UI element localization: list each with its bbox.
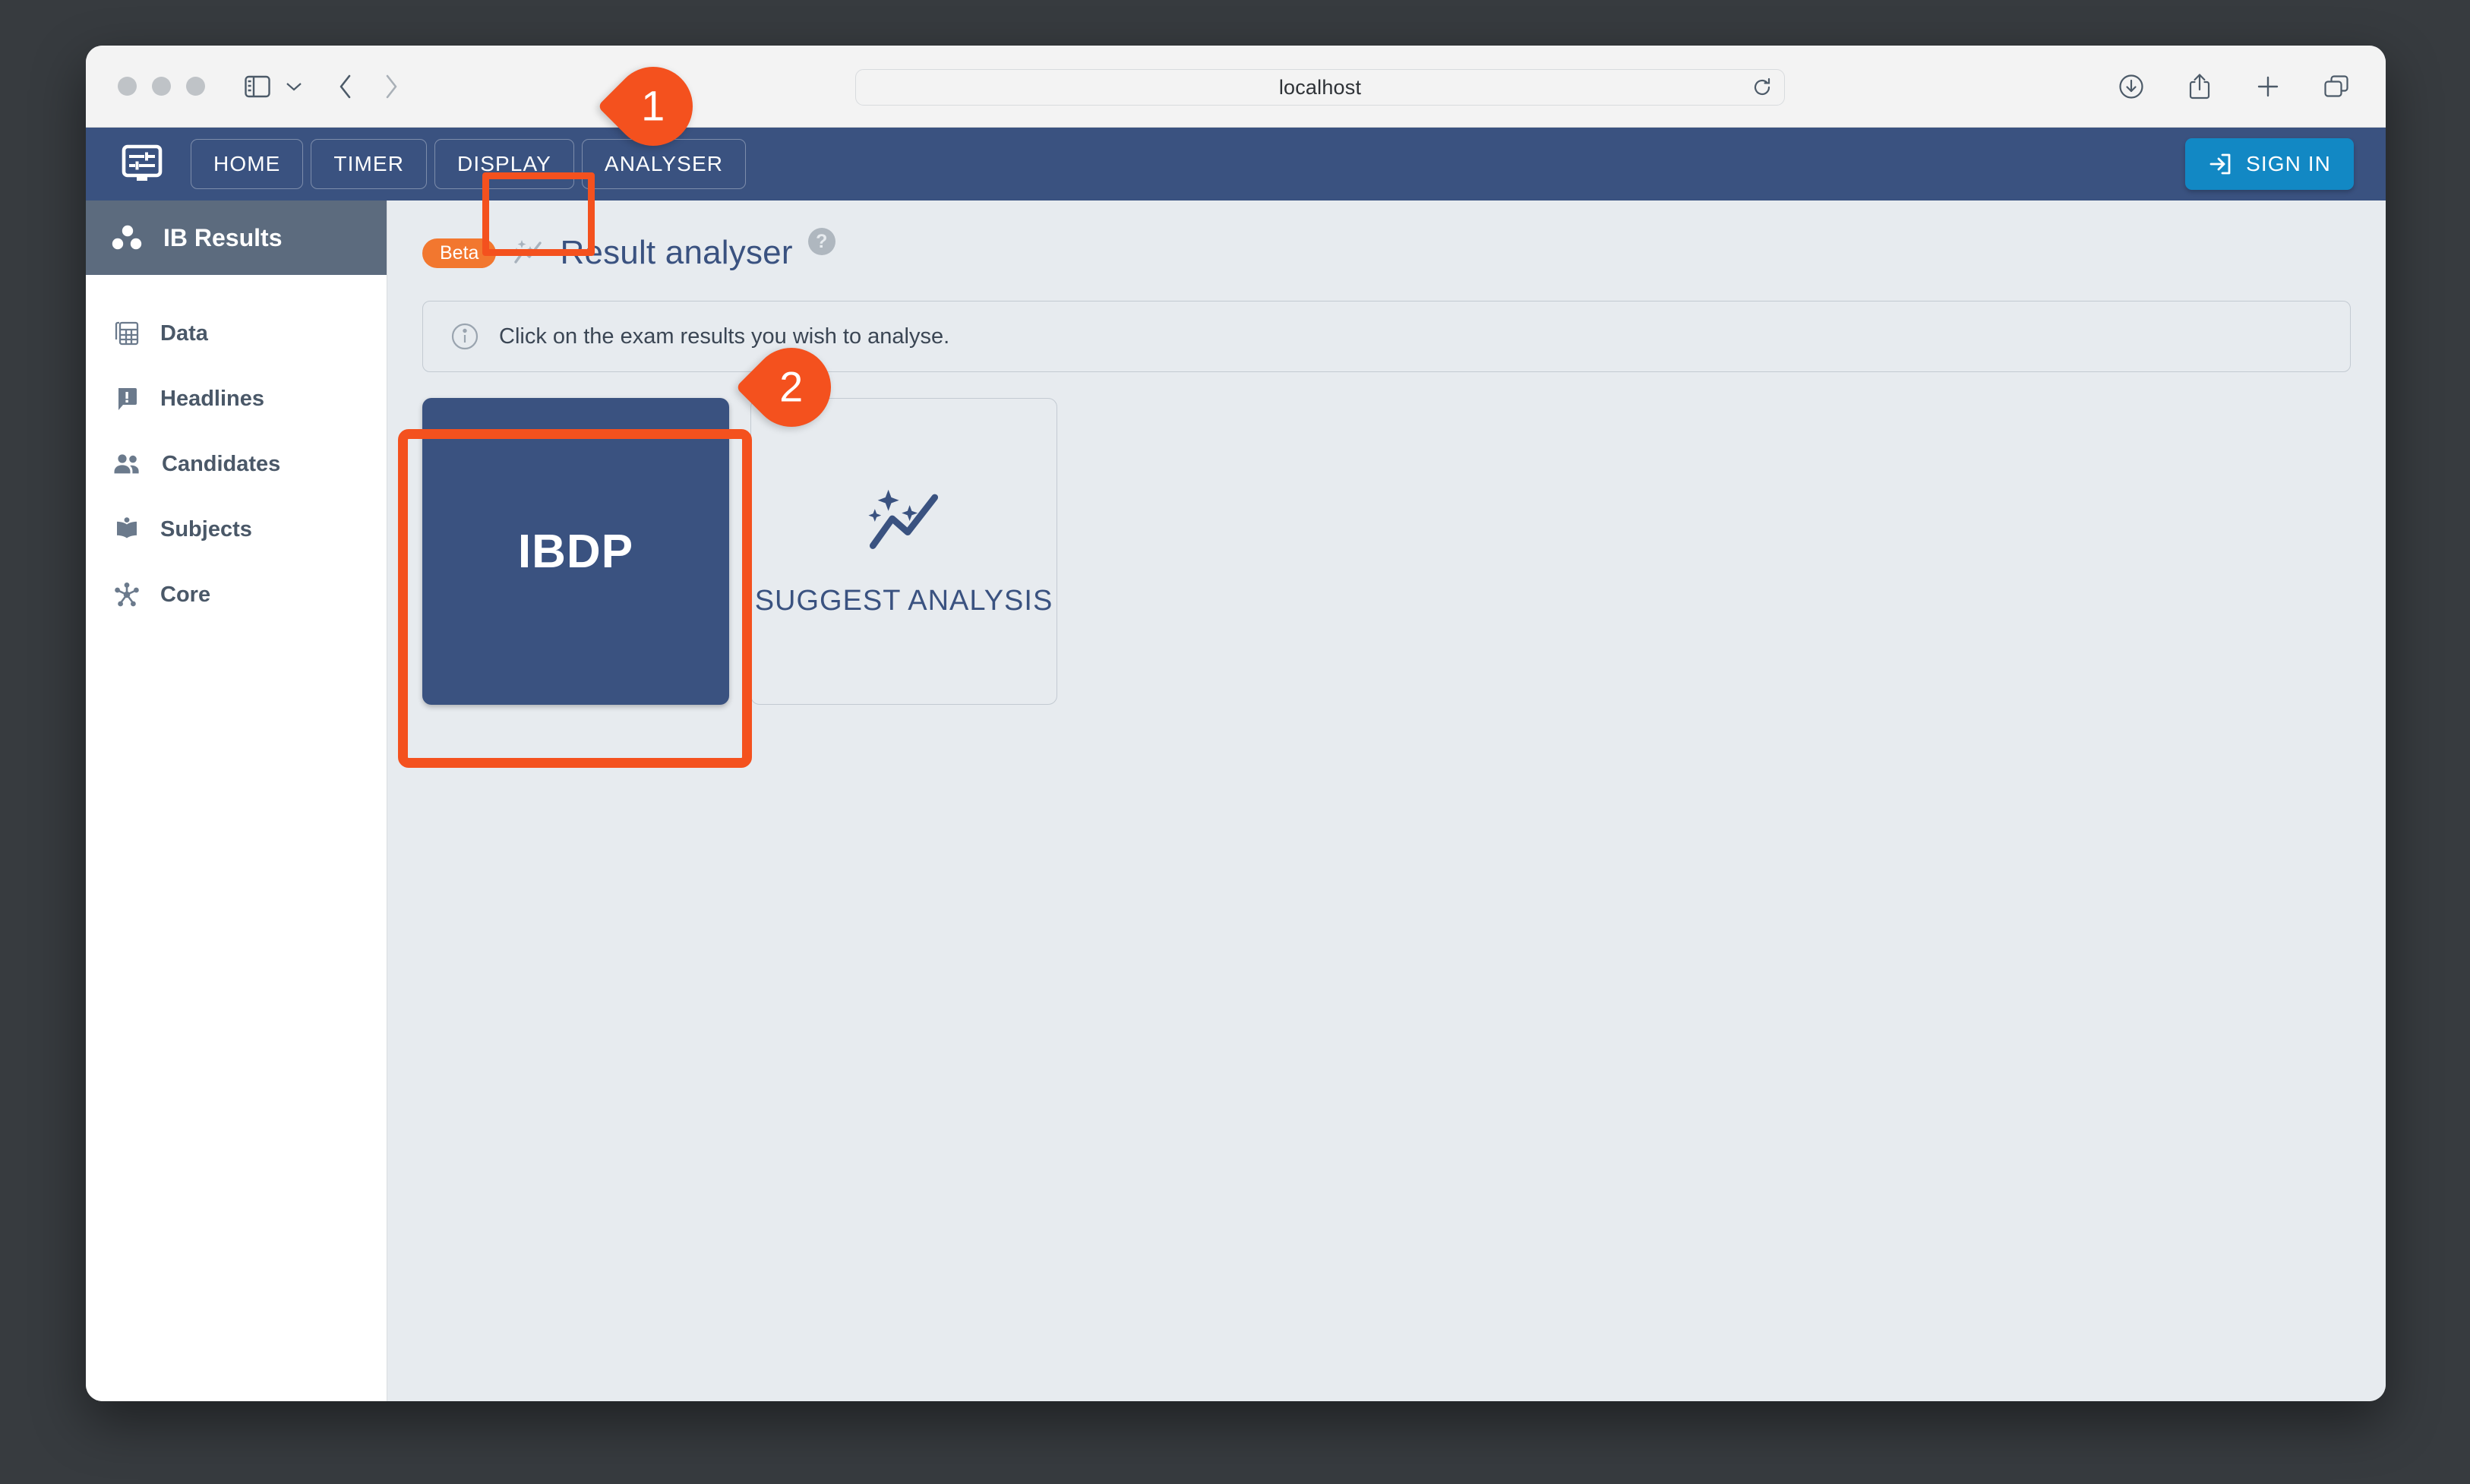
minimize-window-button[interactable] [152, 77, 171, 96]
sidebar-toggle-icon[interactable] [240, 69, 275, 104]
close-window-button[interactable] [118, 77, 137, 96]
sidebar-item-data[interactable]: Data [86, 301, 387, 366]
step-badge-1-number: 1 [641, 82, 665, 130]
display-settings-icon[interactable] [118, 140, 166, 188]
help-icon[interactable]: ? [807, 228, 835, 255]
main-content: Beta Result analyser ? Click on the exam… [387, 200, 2386, 1401]
back-button[interactable] [328, 69, 363, 104]
browser-toolbar: localhost [86, 46, 2386, 128]
sidebar-item-label: Candidates [162, 451, 281, 476]
sidebar-item-core[interactable]: Core [86, 562, 387, 627]
info-banner-text: Click on the exam results you wish to an… [499, 324, 950, 349]
forward-button[interactable] [374, 69, 409, 104]
card-ibdp-wrapper: IBDP [422, 398, 729, 705]
card-suggest-analysis[interactable]: SUGGEST ANALYSIS [750, 398, 1057, 705]
maximize-window-button[interactable] [186, 77, 205, 96]
sidebar-toggle-group [240, 69, 311, 104]
card-ibdp[interactable]: IBDP [422, 398, 729, 705]
nav-button-group: HOME TIMER DISPLAY ANALYSER [191, 139, 747, 189]
browser-window: localhost HOME TIMER DISPLAY ANALYSER SI… [86, 46, 2386, 1401]
exam-result-card-row: IBDP SUGGEST ANALYSIS [422, 398, 2351, 705]
app-body: IB Results Data Headlines Candidates Sub… [86, 200, 2386, 1401]
auto-graph-icon [511, 236, 545, 270]
sidebar-item-label: Headlines [160, 386, 264, 411]
info-icon [450, 322, 479, 351]
sidebar-title: IB Results [163, 223, 283, 251]
reload-icon[interactable] [1752, 77, 1772, 97]
nav-button-timer[interactable]: TIMER [311, 139, 428, 189]
nav-button-home[interactable]: HOME [191, 139, 304, 189]
card-suggest-analysis-label: SUGGEST ANALYSIS [754, 584, 1053, 617]
chevron-down-icon[interactable] [276, 69, 311, 104]
sidebar-item-label: Core [160, 582, 211, 607]
sidebar-menu: Data Headlines Candidates Subjects Core [86, 275, 387, 627]
tab-overview-icon[interactable] [2319, 69, 2354, 104]
sign-in-button[interactable]: SIGN IN [2185, 138, 2354, 190]
sidebar-header: IB Results [86, 200, 387, 275]
url-text: localhost [1278, 75, 1362, 99]
nav-button-display[interactable]: DISPLAY [434, 139, 574, 189]
page-header: Beta Result analyser ? [422, 223, 2351, 283]
sidebar-item-headlines[interactable]: Headlines [86, 366, 387, 431]
status-badge: Beta [422, 238, 497, 268]
table-icon [113, 320, 141, 347]
three-dots-cluster-icon [111, 223, 144, 253]
info-banner: Click on the exam results you wish to an… [422, 301, 2351, 372]
browser-toolbar-right [2114, 69, 2354, 104]
share-icon[interactable] [2182, 69, 2217, 104]
traffic-lights [118, 77, 205, 96]
book-icon [113, 516, 141, 543]
nav-button-analyser[interactable]: ANALYSER [581, 139, 747, 189]
page-title: Result analyser [560, 234, 793, 271]
people-icon [113, 452, 142, 476]
sidebar-item-label: Subjects [160, 516, 252, 542]
address-bar[interactable]: localhost [855, 69, 1785, 106]
hub-icon [113, 581, 141, 608]
downloads-icon[interactable] [2114, 69, 2149, 104]
sidebar-item-label: Data [160, 320, 208, 346]
auto-graph-icon [861, 480, 946, 565]
navigation-arrows [328, 69, 409, 104]
step-badge-2-number: 2 [779, 363, 804, 411]
sidebar-item-candidates[interactable]: Candidates [86, 431, 387, 497]
app-navigation-bar: HOME TIMER DISPLAY ANALYSER SIGN IN [86, 128, 2386, 200]
sidebar: IB Results Data Headlines Candidates Sub… [86, 200, 387, 1401]
sidebar-item-subjects[interactable]: Subjects [86, 497, 387, 562]
announcement-icon [113, 385, 141, 412]
sign-in-label: SIGN IN [2246, 152, 2331, 175]
new-tab-icon[interactable] [2250, 69, 2285, 104]
login-icon [2208, 152, 2232, 176]
